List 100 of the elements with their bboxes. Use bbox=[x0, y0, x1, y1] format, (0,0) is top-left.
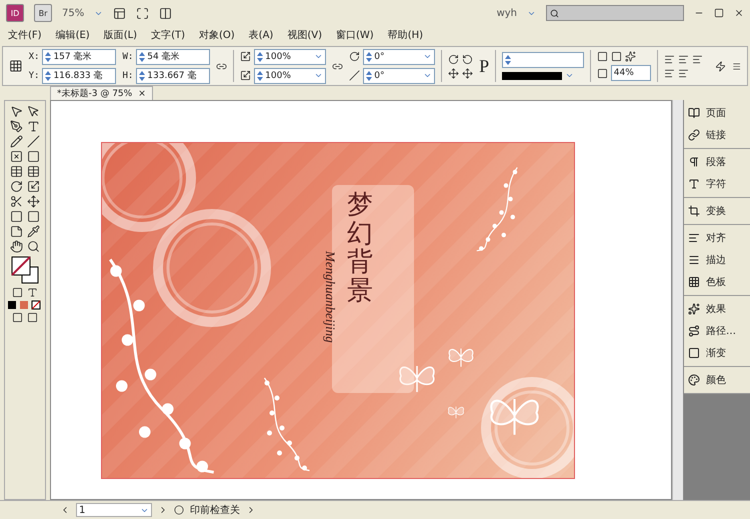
preflight-status-icon[interactable] bbox=[174, 505, 184, 515]
rectangle-icon[interactable] bbox=[27, 150, 40, 163]
transform-icon[interactable] bbox=[27, 195, 40, 208]
number-field[interactable]: 100% bbox=[254, 68, 326, 84]
menu-item[interactable]: 窗口(W) bbox=[336, 28, 374, 42]
page-number-field[interactable]: 1 bbox=[76, 503, 152, 517]
spinner-icon[interactable] bbox=[504, 55, 511, 65]
zoom-icon[interactable] bbox=[27, 240, 40, 253]
menu-item[interactable]: 帮助(H) bbox=[388, 28, 424, 42]
lightning-icon[interactable] bbox=[714, 60, 726, 72]
align-icon[interactable] bbox=[678, 54, 689, 64]
stroke-type-swatch[interactable] bbox=[502, 72, 562, 80]
panel-menu-icon[interactable] bbox=[732, 60, 741, 72]
number-field[interactable]: 157 毫米 bbox=[42, 48, 116, 64]
app-logo[interactable]: ID bbox=[6, 4, 24, 22]
scissors-icon[interactable] bbox=[10, 195, 23, 208]
spinner-icon[interactable] bbox=[139, 70, 146, 80]
panel-item[interactable]: 字符 bbox=[688, 177, 746, 191]
stroke-weight-field[interactable] bbox=[502, 52, 584, 68]
text-format-icon[interactable] bbox=[27, 287, 38, 298]
spinner-icon[interactable] bbox=[45, 52, 52, 62]
panel-item[interactable]: 路径… bbox=[688, 324, 746, 338]
panel-item[interactable]: 描边 bbox=[688, 253, 746, 267]
panel-item[interactable]: 对齐 bbox=[688, 231, 746, 245]
fill-stroke-icon[interactable] bbox=[10, 255, 40, 285]
align-icon[interactable] bbox=[692, 54, 703, 64]
search-field[interactable] bbox=[546, 5, 684, 21]
fx-icon[interactable] bbox=[624, 51, 636, 62]
maximize-icon[interactable] bbox=[714, 8, 724, 18]
note-icon[interactable] bbox=[10, 225, 23, 238]
number-field[interactable]: 0° bbox=[363, 68, 436, 84]
menu-item[interactable]: 文字(T) bbox=[151, 28, 185, 42]
table-icon[interactable] bbox=[10, 165, 23, 178]
rotate-icon[interactable] bbox=[462, 54, 474, 64]
panel-item[interactable]: 段落 bbox=[688, 155, 746, 169]
frame-icon[interactable] bbox=[10, 150, 23, 163]
document-tab[interactable]: *未标题-3 @ 75% × bbox=[50, 86, 153, 100]
scale-icon[interactable] bbox=[240, 70, 252, 81]
number-field[interactable]: 133.667 毫 bbox=[136, 68, 210, 84]
panel-item[interactable]: 效果 bbox=[688, 302, 746, 316]
pilcrow-icon bbox=[688, 156, 700, 168]
pen-icon[interactable] bbox=[10, 120, 23, 133]
spinner-icon[interactable] bbox=[366, 52, 372, 62]
menu-item[interactable]: 文件(F) bbox=[8, 28, 42, 42]
scale-icon[interactable] bbox=[240, 51, 252, 62]
opacity-field[interactable]: 44% bbox=[610, 65, 651, 81]
tab-title: *未标题-3 @ 75% bbox=[57, 88, 132, 100]
hand-icon[interactable] bbox=[10, 240, 23, 253]
panel-item[interactable]: 变换 bbox=[688, 204, 746, 218]
field-label: X: bbox=[28, 52, 40, 62]
number-field[interactable]: 0° bbox=[363, 48, 436, 64]
menu-item[interactable]: 对象(O) bbox=[198, 28, 235, 42]
spinner-icon[interactable] bbox=[366, 70, 372, 80]
panel-item[interactable]: 链接 bbox=[688, 128, 746, 142]
field-label: W: bbox=[122, 52, 134, 62]
rotate-icon[interactable] bbox=[10, 180, 23, 193]
panel-item[interactable]: 色板 bbox=[688, 275, 746, 289]
menu-item[interactable]: 视图(V) bbox=[287, 28, 322, 42]
selection-icon[interactable] bbox=[10, 105, 23, 118]
number-field[interactable]: 116.833 毫 bbox=[42, 68, 116, 84]
panel-item[interactable]: 颜色 bbox=[688, 373, 746, 387]
color-modes-icon[interactable] bbox=[8, 300, 42, 310]
rotate-icon[interactable] bbox=[448, 54, 460, 64]
arrange-documents-icon[interactable] bbox=[159, 6, 172, 20]
menu-item[interactable]: 版面(L) bbox=[104, 28, 138, 42]
tab-close[interactable]: × bbox=[138, 88, 146, 98]
line-icon[interactable] bbox=[27, 135, 40, 148]
scale-icon[interactable] bbox=[27, 180, 40, 193]
artwork-title: 梦幻背景 bbox=[347, 191, 373, 306]
artwork-subtitle: Menghuanbeijing bbox=[322, 251, 338, 343]
table-icon[interactable] bbox=[27, 165, 40, 178]
zoom-level-dropdown[interactable]: 75% bbox=[62, 8, 84, 18]
menu-item[interactable]: 编辑(E) bbox=[56, 28, 90, 42]
direct-selection-icon[interactable] bbox=[27, 105, 40, 118]
vertical-scrollbar[interactable] bbox=[672, 100, 683, 500]
align-icon[interactable] bbox=[664, 68, 675, 78]
panel-item[interactable]: 渐变 bbox=[688, 346, 746, 360]
preflight-status[interactable]: 印前检查关 bbox=[190, 503, 240, 517]
number-field[interactable]: 100% bbox=[254, 48, 326, 64]
workspace-dropdown[interactable]: wyh bbox=[496, 8, 517, 18]
spinner-icon[interactable] bbox=[139, 52, 146, 62]
number-field[interactable]: 54 毫米 bbox=[136, 48, 210, 64]
reference-point-icon[interactable] bbox=[9, 58, 23, 74]
book-icon bbox=[688, 107, 700, 119]
view-options-icon[interactable] bbox=[113, 6, 126, 20]
eyedropper-icon[interactable] bbox=[27, 225, 40, 238]
pencil-icon[interactable] bbox=[10, 135, 23, 148]
align-icon[interactable] bbox=[678, 68, 689, 78]
type-icon[interactable] bbox=[27, 120, 40, 133]
spinner-icon[interactable] bbox=[257, 70, 264, 80]
spinner-icon[interactable] bbox=[45, 70, 52, 80]
bridge-button[interactable]: Br bbox=[34, 4, 52, 22]
transform-frame-icon bbox=[688, 205, 700, 217]
spinner-icon[interactable] bbox=[257, 52, 264, 62]
align-icon[interactable] bbox=[664, 54, 675, 64]
panel-item[interactable]: 页面 bbox=[688, 106, 746, 120]
frame-letter[interactable]: P bbox=[479, 56, 490, 76]
rotate-angle-icon[interactable] bbox=[349, 51, 360, 62]
menu-item[interactable]: 表(A) bbox=[248, 28, 274, 42]
close-icon[interactable] bbox=[734, 8, 744, 18]
